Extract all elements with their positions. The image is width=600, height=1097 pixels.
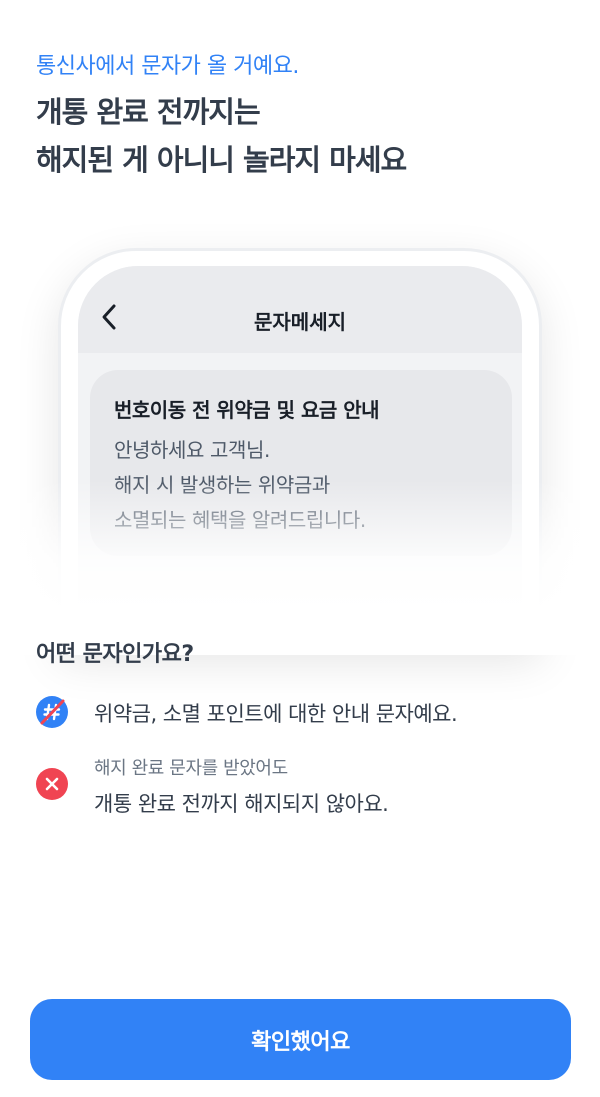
sms-line: 안녕하세요 고객님.	[114, 438, 270, 462]
sms-message-bubble: 번호이동 전 위약금 및 요금 안내 안녕하세요 고객님. 해지 시 발생하는 …	[90, 370, 512, 556]
info-text: 위약금, 소멸 포인트에 대한 안내 문자예요.	[94, 702, 458, 726]
info-item: 위약금, 소멸 포인트에 대한 안내 문자예요.	[36, 696, 576, 730]
phone-screen: 문자메세지 번호이동 전 위약금 및 요금 안내 안녕하세요 고객님. 해지 시…	[78, 266, 522, 646]
info-subtext: 해지 완료 문자를 받았어도	[94, 758, 288, 779]
no-hashtag-icon	[36, 696, 68, 728]
page-title: 개통 완료 전까지는 해지된 게 아니니 놀라지 마세요	[36, 88, 407, 184]
info-text: 개통 완료 전까지 해지되지 않아요.	[94, 792, 389, 816]
sms-line: 해지 시 발생하는 위약금과	[114, 473, 330, 497]
confirm-button[interactable]: 확인했어요	[30, 999, 571, 1080]
page: 통신사에서 문자가 올 거예요. 개통 완료 전까지는 해지된 게 아니니 놀라…	[0, 0, 600, 1097]
sms-line: 소멸되는 혜택을 알려드립니다.	[114, 508, 366, 532]
info-item: 해지 완료 문자를 받았어도 개통 완료 전까지 해지되지 않아요.	[36, 754, 576, 818]
eyebrow-text: 통신사에서 문자가 올 거예요.	[36, 54, 299, 79]
close-icon	[36, 768, 68, 800]
title-line-1: 개통 완료 전까지는	[36, 95, 261, 129]
message-app-title: 문자메세지	[254, 310, 346, 334]
message-app-header: 문자메세지	[78, 266, 522, 353]
sms-title: 번호이동 전 위약금 및 요금 안내	[114, 398, 380, 422]
title-line-2: 해지된 게 아니니 놀라지 마세요	[36, 143, 407, 177]
info-section-title: 어떤 문자인가요?	[36, 642, 194, 667]
